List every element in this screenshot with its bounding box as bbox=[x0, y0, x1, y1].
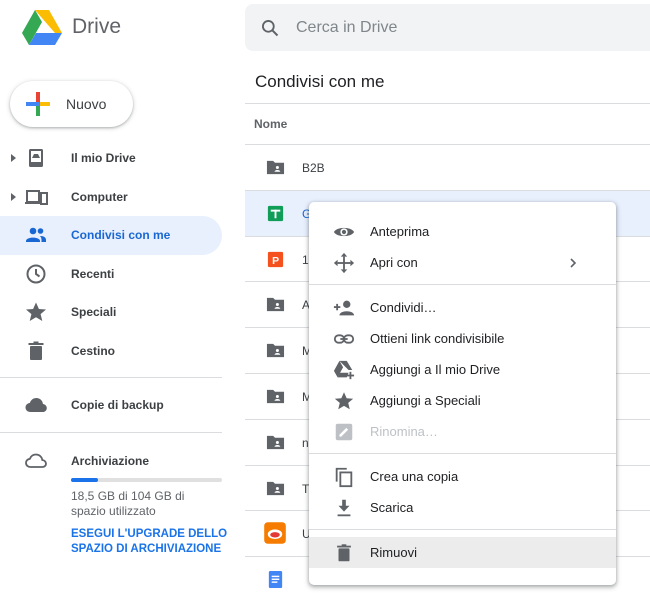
my-drive-icon bbox=[29, 149, 43, 168]
file-name: 1 bbox=[302, 252, 309, 267]
sidebar-item-recent[interactable]: Recenti bbox=[0, 255, 222, 294]
new-button-label: Nuovo bbox=[66, 96, 107, 112]
menu-item-label: Rinomina… bbox=[370, 424, 438, 439]
copy-icon bbox=[335, 467, 353, 487]
shared-folder-icon bbox=[266, 344, 285, 358]
cloud-outline-icon bbox=[25, 453, 47, 468]
trash-icon bbox=[28, 341, 44, 360]
eye-icon bbox=[333, 227, 355, 236]
shared-folder-icon bbox=[266, 435, 285, 449]
menu-divider bbox=[309, 529, 616, 530]
menu-item-share[interactable]: Condividi… bbox=[309, 292, 616, 323]
shared-icon bbox=[26, 227, 46, 243]
storage-usage-fill bbox=[71, 478, 99, 482]
menu-item-label: Aggiungi a Il mio Drive bbox=[370, 362, 501, 377]
brand-name: Drive bbox=[72, 15, 122, 38]
shared-folder-icon bbox=[266, 481, 285, 495]
sidebar-item-label: Recenti bbox=[71, 266, 115, 281]
sidebar-item-shared[interactable]: Condivisi con me bbox=[0, 216, 222, 255]
menu-item-label: Ottieni link condivisibile bbox=[370, 331, 505, 346]
menu-item-label: Rimuovi bbox=[370, 545, 417, 560]
menu-item-label: Anteprima bbox=[370, 224, 430, 239]
sidebar-divider bbox=[0, 377, 222, 378]
sidebar-item-starred[interactable]: Speciali bbox=[0, 293, 222, 332]
menu-item-label: Crea una copia bbox=[370, 469, 459, 484]
menu-item-label: Condividi… bbox=[370, 300, 437, 315]
storage-title: Archiviazione bbox=[71, 454, 150, 468]
menu-item-make-copy[interactable]: Crea una copia bbox=[309, 461, 616, 492]
context-menu: Anteprima Apri con Condividi… Ottieni li… bbox=[309, 202, 616, 585]
menu-item-get-link[interactable]: Ottieni link condivisibile bbox=[309, 323, 616, 354]
cloud-icon bbox=[25, 398, 47, 412]
file-name: B2B bbox=[302, 161, 325, 175]
search-input[interactable] bbox=[296, 18, 596, 37]
menu-divider bbox=[309, 453, 616, 454]
sidebar-nav: Il mio Drive Computer Condivisi con me R… bbox=[0, 139, 222, 370]
table-row[interactable]: B2B bbox=[245, 145, 650, 191]
menu-item-label: Aggiungi a Speciali bbox=[370, 393, 481, 408]
sidebar-item-label: Il mio Drive bbox=[71, 151, 136, 166]
menu-item-add-to-drive[interactable]: Aggiungi a Il mio Drive bbox=[309, 354, 616, 385]
star-icon bbox=[334, 391, 354, 409]
search-bar[interactable] bbox=[245, 4, 650, 51]
sidebar-item-my-drive[interactable]: Il mio Drive bbox=[0, 139, 222, 178]
move-icon bbox=[333, 252, 355, 273]
search-icon[interactable] bbox=[260, 18, 280, 38]
menu-item-open-with[interactable]: Apri con bbox=[309, 247, 616, 278]
add-to-drive-icon bbox=[333, 360, 355, 379]
add-person-icon bbox=[333, 300, 355, 315]
drive-logo bbox=[22, 10, 62, 45]
clock-icon bbox=[26, 264, 46, 284]
menu-item-label: Scarica bbox=[370, 500, 414, 515]
new-button[interactable]: Nuovo bbox=[10, 81, 133, 127]
image-icon bbox=[264, 522, 286, 545]
shared-folder-icon bbox=[266, 298, 285, 312]
rename-icon bbox=[335, 423, 353, 440]
menu-item-add-starred[interactable]: Aggiungi a Speciali bbox=[309, 385, 616, 416]
page-title: Condivisi con me bbox=[255, 72, 385, 91]
link-icon bbox=[333, 333, 355, 344]
shared-folder-icon bbox=[266, 160, 285, 175]
file-name: n bbox=[302, 435, 309, 450]
upgrade-storage-link[interactable]: ESEGUI L'UPGRADE DELLO SPAZIO DI ARCHIVI… bbox=[71, 527, 231, 557]
menu-item-remove[interactable]: Rimuovi bbox=[309, 537, 616, 568]
sidebar-item-computer[interactable]: Computer bbox=[0, 178, 222, 217]
storage-usage-text: 18,5 GB di 104 GB di spazio utilizzato bbox=[71, 489, 185, 518]
docs-icon bbox=[268, 571, 283, 589]
chevron-right-icon bbox=[570, 257, 577, 268]
sidebar-item-trash[interactable]: Cestino bbox=[0, 332, 222, 371]
sheets-icon bbox=[267, 205, 284, 221]
sidebar-divider bbox=[0, 432, 222, 433]
computer-icon bbox=[25, 189, 48, 205]
sidebar-item-label: Condivisi con me bbox=[71, 228, 171, 243]
plus-icon bbox=[26, 92, 50, 116]
slides-icon: P bbox=[267, 251, 284, 267]
menu-item-rename: Rinomina… bbox=[309, 416, 616, 447]
star-icon bbox=[26, 302, 46, 322]
storage-usage-bar bbox=[71, 478, 222, 482]
expand-caret-icon[interactable] bbox=[11, 154, 16, 163]
header-divider bbox=[245, 103, 650, 104]
sidebar-item-label: Speciali bbox=[71, 305, 117, 320]
sidebar-item-backup[interactable]: Copie di backup bbox=[0, 386, 222, 424]
menu-item-download[interactable]: Scarica bbox=[309, 492, 616, 523]
sidebar-item-label: Copie di backup bbox=[71, 398, 164, 412]
expand-caret-icon[interactable] bbox=[11, 192, 16, 201]
sidebar-item-label: Cestino bbox=[71, 343, 116, 358]
menu-item-label: Apri con bbox=[370, 255, 418, 270]
shared-folder-icon bbox=[266, 389, 285, 404]
menu-divider bbox=[309, 284, 616, 285]
menu-item-preview[interactable]: Anteprima bbox=[309, 216, 616, 247]
sidebar-item-label: Computer bbox=[71, 189, 128, 204]
column-header-name[interactable]: Nome bbox=[254, 117, 287, 131]
download-icon bbox=[337, 499, 351, 516]
svg-text:P: P bbox=[272, 255, 279, 266]
trash-icon bbox=[337, 543, 351, 561]
